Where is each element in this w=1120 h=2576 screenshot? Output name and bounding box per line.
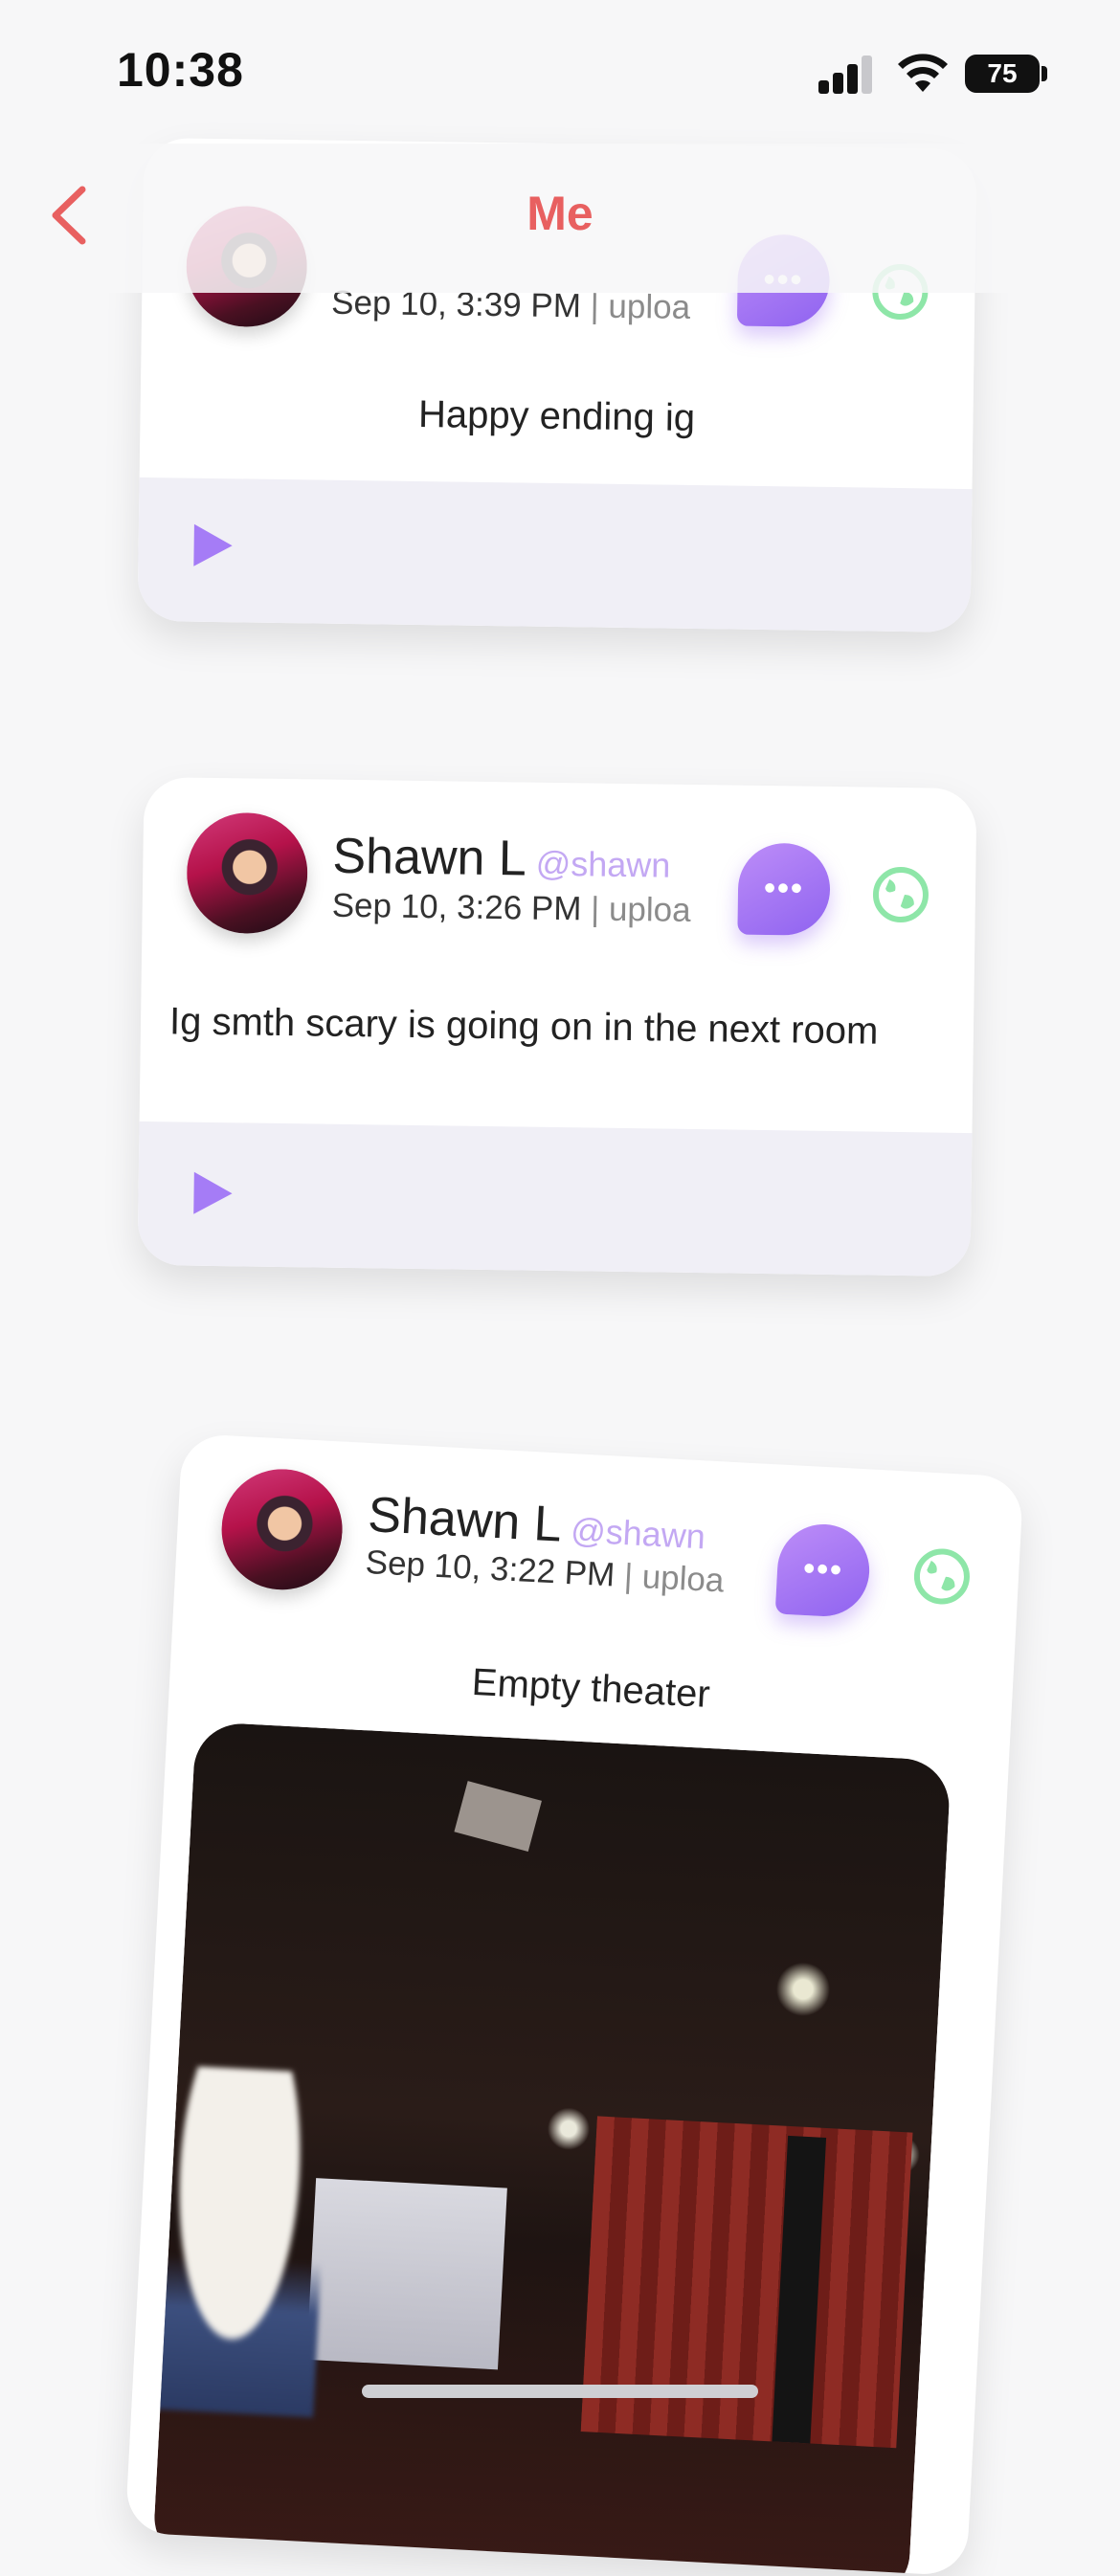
photo-curtain: [580, 2116, 913, 2449]
author-name: Shawn L: [366, 1487, 564, 1553]
page-title: Me: [526, 187, 594, 240]
home-indicator[interactable]: [362, 2385, 758, 2398]
wifi-icon: [898, 54, 948, 92]
author-name: Shawn L: [332, 828, 527, 887]
post-meta: Sep 10, 3:26 PM | uploa: [331, 887, 715, 931]
post-source: | uploa: [622, 1557, 726, 1600]
more-button[interactable]: •••: [774, 1521, 872, 1619]
post-author: Shawn L @shawn: [332, 828, 671, 890]
post-source: | uploa: [590, 890, 691, 929]
globe-icon[interactable]: [911, 1546, 972, 1607]
avatar[interactable]: [186, 811, 309, 935]
post-text: Empty theater: [470, 1660, 711, 1716]
cellular-signal-icon: [818, 54, 876, 94]
more-dots-icon: •••: [763, 870, 805, 907]
post-photo[interactable]: [151, 1721, 952, 2576]
play-icon[interactable]: [193, 523, 233, 567]
post-text: Happy ending ig: [417, 392, 696, 440]
audio-bar: [137, 477, 973, 633]
photo-screen: [306, 2178, 507, 2370]
status-time: 10:38: [117, 43, 244, 97]
more-button[interactable]: •••: [737, 842, 831, 936]
play-icon[interactable]: [193, 1171, 233, 1215]
more-dots-icon: •••: [802, 1549, 844, 1589]
photo-ceiling-tile: [454, 1781, 542, 1852]
post-card[interactable]: Shawn L @shawn Sep 10, 3:22 PM | uploa ••…: [124, 1432, 1024, 2576]
photo-person: [151, 2064, 331, 2418]
post-text: Ig smth scary is going on in the next ro…: [168, 1000, 879, 1053]
battery-icon: 75: [965, 55, 1040, 93]
post-card[interactable]: Shawn L @shawn Sep 10, 3:26 PM | uploa ••…: [137, 776, 977, 1277]
author-handle[interactable]: @shawn: [570, 1510, 706, 1556]
battery-tip: [1042, 66, 1047, 81]
globe-icon[interactable]: [872, 866, 930, 924]
author-handle[interactable]: @shawn: [535, 844, 670, 885]
post-timestamp: Sep 10, 3:26 PM: [331, 886, 582, 928]
audio-bar: [137, 1121, 973, 1277]
status-bar: 10:38 75: [0, 0, 1120, 144]
post-source: | uploa: [590, 287, 691, 326]
avatar[interactable]: [218, 1466, 346, 1593]
nav-bar: Me: [0, 144, 1120, 293]
